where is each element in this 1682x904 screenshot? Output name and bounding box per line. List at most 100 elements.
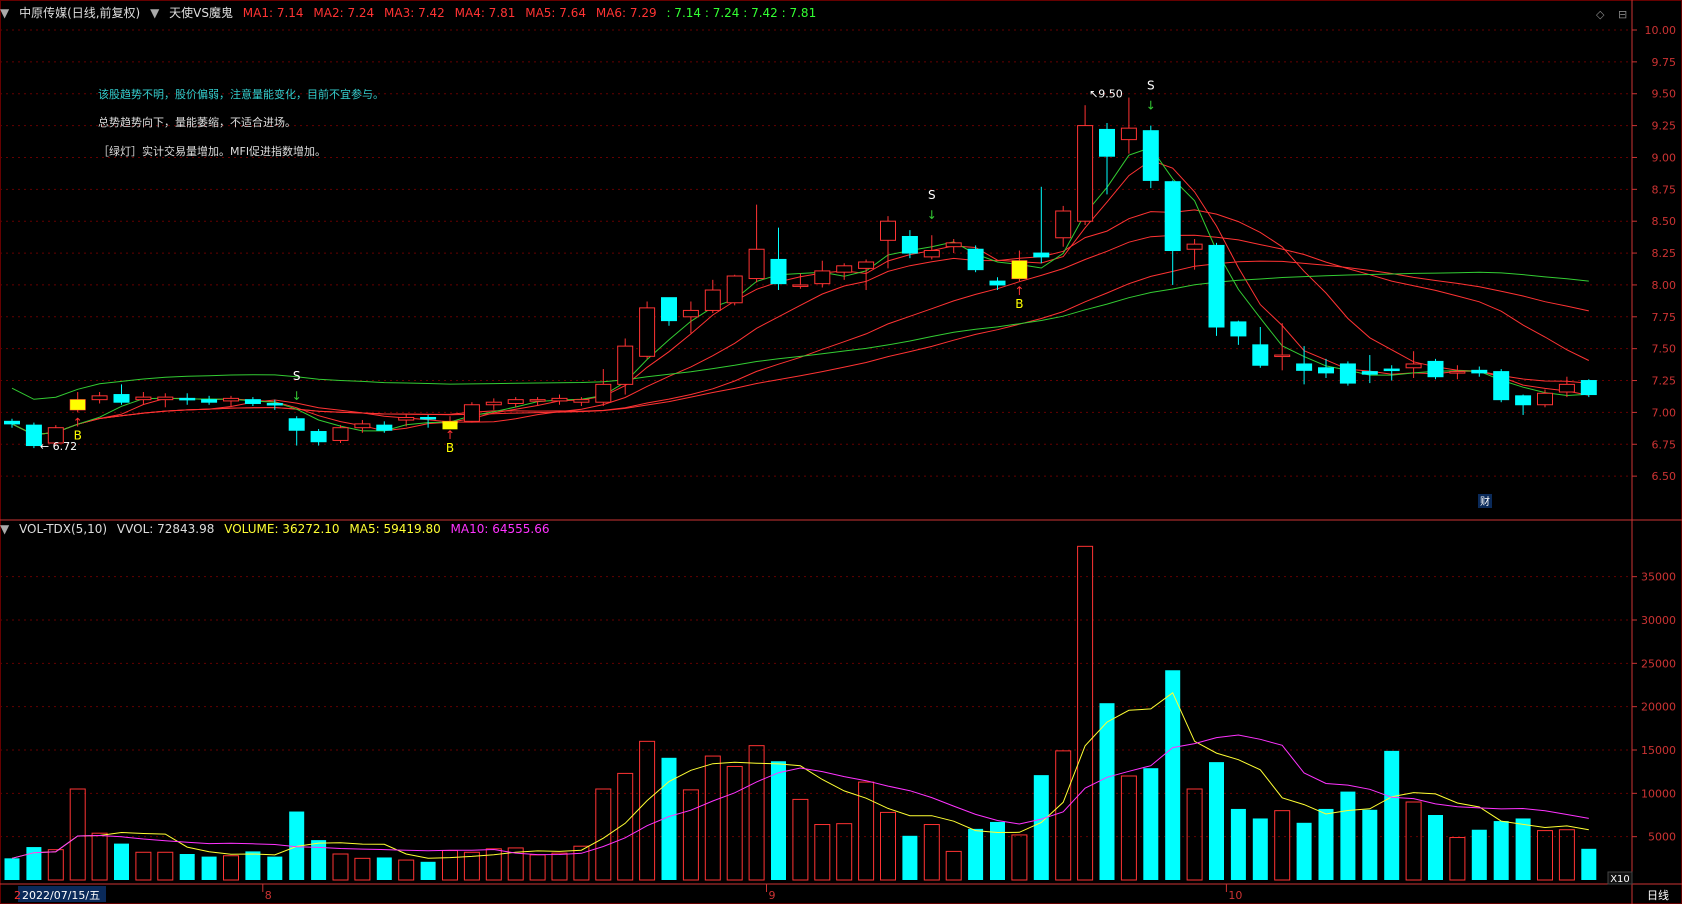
candle-body bbox=[1580, 380, 1597, 396]
volume-bar bbox=[1493, 821, 1509, 880]
candle-body bbox=[376, 424, 393, 431]
dropdown-icon[interactable]: ▼ bbox=[0, 6, 9, 20]
volume-bar bbox=[1362, 809, 1378, 880]
volume-bar bbox=[1384, 750, 1400, 880]
sell-arrow-icon: ↓ bbox=[292, 389, 302, 403]
price-tick-label: 10.00 bbox=[1645, 24, 1677, 37]
volume-bar bbox=[1165, 670, 1181, 880]
buy-signal-candle bbox=[1011, 260, 1027, 279]
candle-body bbox=[1471, 369, 1488, 374]
volume-tick-label: 15000 bbox=[1641, 744, 1676, 757]
diamond-icon[interactable]: ◇ bbox=[1596, 8, 1604, 21]
candle-body bbox=[1296, 363, 1313, 371]
volume-bar bbox=[945, 850, 962, 881]
volume-bar bbox=[1428, 815, 1443, 880]
volume-bar bbox=[420, 861, 436, 880]
candle-body bbox=[1537, 392, 1553, 406]
outer-frame bbox=[0, 0, 1682, 904]
close-square-icon[interactable]: ⊟ bbox=[1618, 8, 1627, 21]
candle-body bbox=[420, 416, 437, 420]
volume-bar bbox=[1449, 837, 1466, 881]
note-line-1: 该股趋势不明，股价偏弱，注意量能变化，目前不宜参与。 bbox=[98, 88, 384, 101]
volume-bar bbox=[1209, 762, 1224, 880]
indicator-name[interactable]: 天使VS魔鬼 bbox=[169, 6, 233, 20]
price-header: ▼ 中原传媒(日线,前复权) ▼ 天使VS魔鬼 MA1: 7.14 MA2: 7… bbox=[0, 4, 822, 22]
price-tick-label: 9.25 bbox=[1652, 120, 1677, 133]
low-price-label: ← 6.72 bbox=[40, 440, 77, 453]
price-tick-label: 8.75 bbox=[1652, 183, 1677, 196]
candle-body bbox=[1099, 128, 1115, 157]
candle-body bbox=[945, 242, 962, 248]
month-label: 8 bbox=[265, 889, 272, 902]
stock-name[interactable]: 中原传媒(日线,前复权) bbox=[19, 6, 140, 20]
volume-bar bbox=[902, 835, 918, 880]
dropdown-icon[interactable]: ▼ bbox=[0, 522, 9, 536]
volume-bar bbox=[551, 852, 568, 881]
volume-bar bbox=[245, 851, 261, 880]
ma3-value: MA3: 7.42 bbox=[384, 6, 445, 20]
candle-body bbox=[1252, 344, 1269, 366]
vol-indicator-name[interactable]: VOL-TDX(5,10) bbox=[19, 522, 107, 536]
volume-bar bbox=[1011, 834, 1028, 881]
sell-signal-label: S bbox=[1147, 79, 1155, 93]
candle-body bbox=[814, 270, 831, 285]
chart-canvas[interactable]: 10.00 9.75 9.50 9.25 9.00 8.75 8.50 8.25 8.00 7.7… bbox=[0, 0, 1682, 904]
volume-bar bbox=[968, 828, 984, 880]
candle-body bbox=[792, 284, 809, 287]
volume-bar bbox=[639, 740, 656, 881]
candle-body bbox=[1142, 130, 1159, 181]
volume-bar bbox=[135, 851, 152, 881]
volume-bar bbox=[1230, 808, 1246, 880]
candle-body bbox=[1230, 321, 1247, 337]
volume-bar bbox=[1055, 750, 1072, 881]
price-tick-label: 8.50 bbox=[1652, 215, 1677, 228]
buy-arrow-icon: ↑ bbox=[1014, 284, 1024, 298]
candle-body bbox=[354, 423, 371, 429]
buy-arrow-icon: ↑ bbox=[73, 415, 83, 429]
candle-body bbox=[244, 399, 261, 404]
sell-arrow-icon: ↓ bbox=[927, 208, 937, 222]
volume-bar bbox=[1558, 829, 1575, 881]
volume-bar bbox=[792, 798, 809, 881]
candle-body bbox=[529, 399, 546, 402]
candle-body bbox=[1033, 252, 1050, 258]
volume-bar bbox=[1186, 788, 1203, 881]
volume-bar bbox=[771, 761, 786, 880]
candle-body bbox=[551, 397, 568, 402]
current-date-label: 2022/07/15/五 bbox=[22, 889, 100, 902]
sell-arrow-icon: ↓ bbox=[1146, 99, 1156, 113]
volume-bar bbox=[1318, 808, 1334, 880]
dropdown-icon[interactable]: ▼ bbox=[150, 6, 159, 20]
candle-body bbox=[4, 420, 20, 425]
candle-body bbox=[1208, 244, 1225, 328]
candle-body bbox=[310, 431, 327, 443]
volume-bar bbox=[990, 821, 1005, 880]
candle-body bbox=[157, 396, 174, 401]
candle-body bbox=[1383, 368, 1400, 372]
volume-bar bbox=[354, 857, 371, 881]
buy-arrow-icon: ↑ bbox=[445, 428, 455, 442]
volume-bar bbox=[923, 824, 940, 881]
extra-values: : 7.14 : 7.24 : 7.42 : 7.81 bbox=[666, 6, 817, 20]
volume-bar bbox=[814, 824, 831, 881]
volume-value: VOLUME: 36272.10 bbox=[224, 522, 340, 536]
month-label: 10 bbox=[1228, 889, 1242, 902]
buy-signal-label: B bbox=[1015, 297, 1023, 311]
sell-signal-label: S bbox=[928, 188, 936, 202]
volume-tick-label: 30000 bbox=[1641, 614, 1676, 627]
volume-bar bbox=[1099, 703, 1115, 880]
candle-body bbox=[726, 275, 743, 304]
volume-bar bbox=[223, 855, 239, 881]
candle-body bbox=[266, 402, 283, 406]
candle-body bbox=[1493, 371, 1510, 401]
candle-body bbox=[485, 401, 502, 406]
volume-bar bbox=[1471, 829, 1487, 880]
volume-bar bbox=[485, 848, 502, 881]
price-tick-label: 7.00 bbox=[1652, 406, 1677, 419]
volume-bar bbox=[1077, 545, 1094, 881]
volume-bar bbox=[682, 789, 699, 881]
candle-body bbox=[1274, 354, 1291, 358]
volume-bar bbox=[1296, 822, 1312, 880]
note-line-2: 总势趋势向下，量能萎缩，不适合进场。 bbox=[98, 116, 296, 129]
volume-header: ▼ VOL-TDX(5,10) VVOL: 72843.98 VOLUME: 3… bbox=[0, 520, 556, 538]
